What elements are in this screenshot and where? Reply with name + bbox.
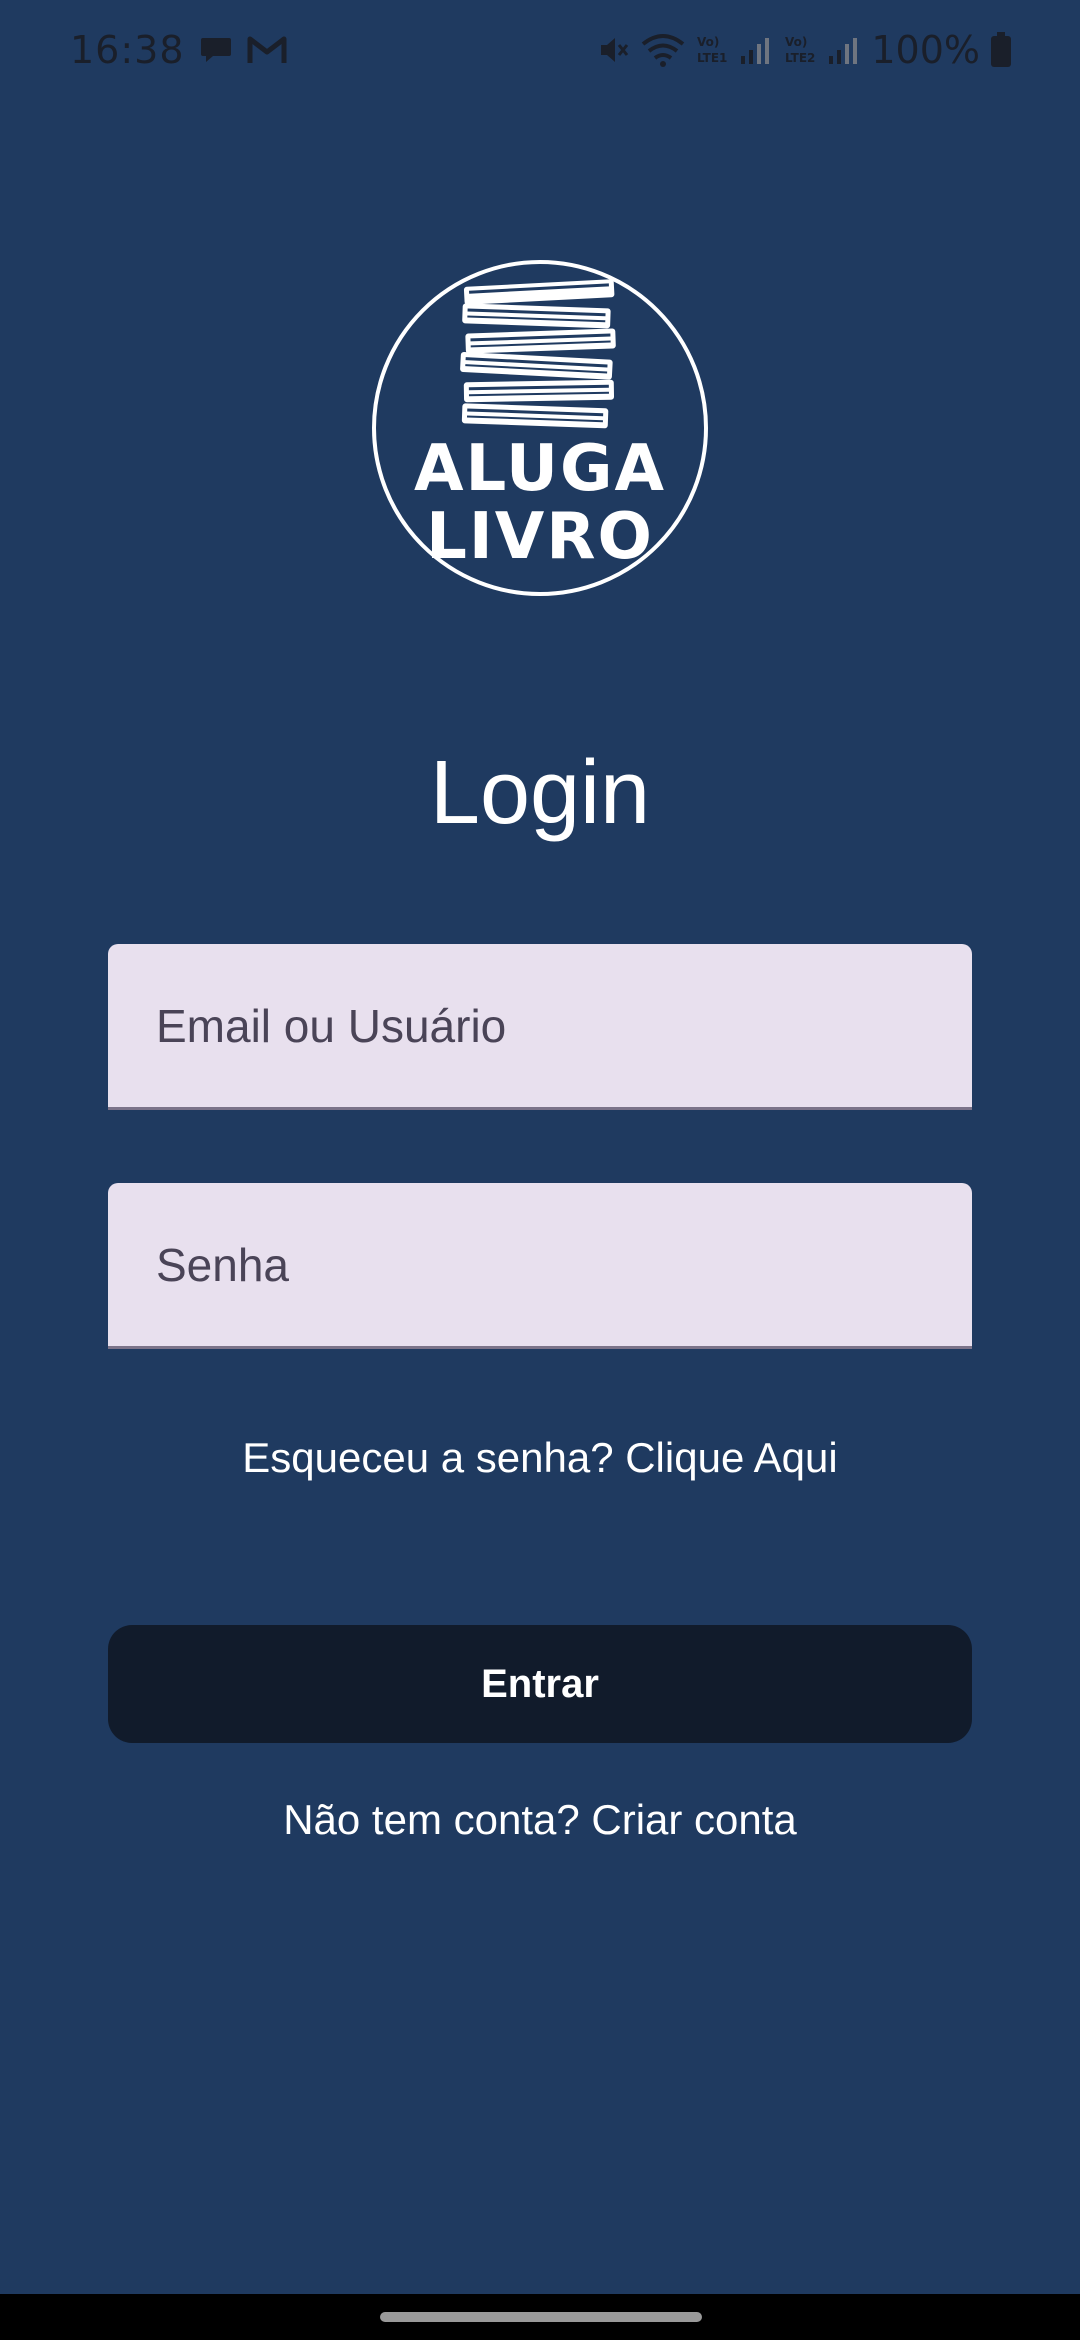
password-input[interactable] xyxy=(156,1183,936,1346)
battery-icon xyxy=(990,32,1012,68)
app-logo: ALUGA LIVRO xyxy=(370,258,710,598)
email-input[interactable] xyxy=(156,944,936,1107)
gmail-icon xyxy=(247,35,287,65)
password-field-container[interactable] xyxy=(108,1183,972,1349)
status-time: 16:38 xyxy=(70,28,185,72)
books-stack-icon xyxy=(460,279,616,429)
status-left: 16:38 xyxy=(70,28,287,72)
status-bar: 16:38 Vo) LTE1 Vo) LTE2 100% xyxy=(0,0,1080,104)
login-button[interactable]: Entrar xyxy=(108,1625,972,1743)
create-account-link[interactable]: Não tem conta? Criar conta xyxy=(0,1796,1080,1844)
battery-percentage: 100% xyxy=(871,28,980,72)
mute-icon xyxy=(597,33,631,67)
page-title: Login xyxy=(429,743,651,843)
wifi-icon xyxy=(641,33,685,67)
email-field-container[interactable] xyxy=(108,944,972,1110)
svg-text:LTE1: LTE1 xyxy=(697,51,727,65)
logo-line-2: LIVRO xyxy=(426,500,654,574)
svg-text:Vo): Vo) xyxy=(697,35,719,49)
logo-line-1: ALUGA xyxy=(414,432,666,506)
signal-lte2-icon: Vo) LTE2 xyxy=(783,32,861,68)
signal-lte1-icon: Vo) LTE1 xyxy=(695,32,773,68)
home-gesture-handle[interactable] xyxy=(380,2312,702,2322)
chat-bubble-icon xyxy=(199,34,233,66)
status-right: Vo) LTE1 Vo) LTE2 100% xyxy=(597,28,1012,72)
svg-text:LTE2: LTE2 xyxy=(785,51,815,65)
navigation-bar xyxy=(0,2294,1080,2340)
svg-text:Vo): Vo) xyxy=(785,35,807,49)
forgot-password-link[interactable]: Esqueceu a senha? Clique Aqui xyxy=(0,1434,1080,1482)
